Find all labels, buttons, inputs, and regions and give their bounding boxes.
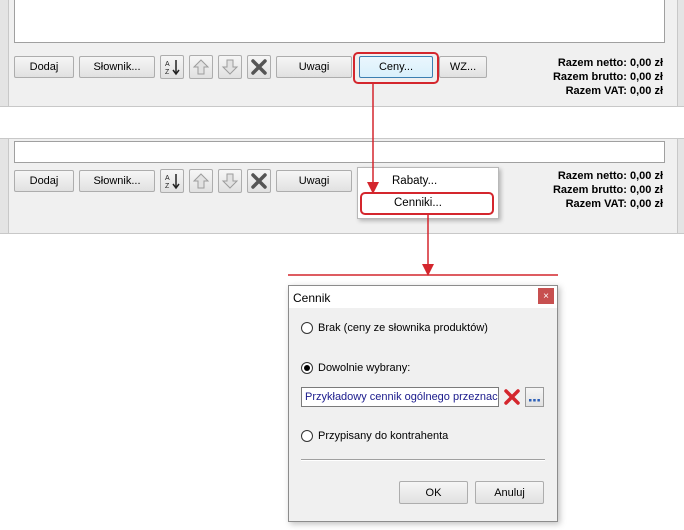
- dialog-titlebar: Cennik ×: [289, 286, 557, 308]
- pricelist-field[interactable]: Przykładowy cennik ogólnego przeznaczeni…: [301, 387, 499, 407]
- cancel-button[interactable]: Anuluj: [475, 481, 544, 504]
- ok-button[interactable]: OK: [399, 481, 468, 504]
- delete-x-icon: [504, 389, 520, 405]
- clear-pricelist-button[interactable]: [502, 387, 522, 407]
- close-icon[interactable]: ×: [538, 288, 554, 304]
- option-none[interactable]: Brak (ceny ze słownika produktów): [301, 322, 488, 334]
- option-none-label: Brak (ceny ze słownika produktów): [318, 322, 488, 334]
- dialog-separator: [301, 459, 545, 461]
- radio-custom[interactable]: [301, 362, 313, 374]
- radio-contractor[interactable]: [301, 430, 313, 442]
- browse-pricelist-button[interactable]: [525, 387, 544, 407]
- pricelist-dialog: Cennik × Brak (ceny ze słownika produktó…: [288, 285, 558, 522]
- radio-none[interactable]: [301, 322, 313, 334]
- option-custom-label: Dowolnie wybrany:: [318, 362, 411, 374]
- option-contractor[interactable]: Przypisany do kontrahenta: [301, 430, 448, 442]
- dialog-title: Cennik: [293, 291, 331, 305]
- option-custom[interactable]: Dowolnie wybrany:: [301, 362, 410, 374]
- ellipsis-icon: [529, 399, 540, 402]
- option-contractor-label: Przypisany do kontrahenta: [318, 430, 449, 442]
